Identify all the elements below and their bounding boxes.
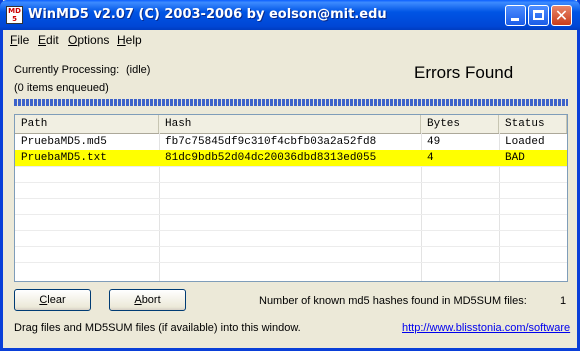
row-divider: [15, 182, 567, 183]
maximize-button[interactable]: [528, 5, 549, 26]
menu-options-rest: ptions: [77, 33, 110, 47]
minimize-icon: [511, 18, 519, 21]
row-divider: [15, 214, 567, 215]
table-row[interactable]: PruebaMD5.txt 81dc9bdb52d04dc20036dbd831…: [15, 150, 567, 166]
processing-label: Currently Processing:: [14, 64, 120, 76]
column-header-status[interactable]: Status: [499, 115, 567, 133]
cell-path: PruebaMD5.md5: [21, 136, 107, 148]
close-icon: ✕: [554, 6, 569, 25]
column-header-path[interactable]: Path: [15, 115, 159, 133]
cell-bytes: 4: [427, 152, 434, 164]
winmd5-app-icon[interactable]: MD 5: [6, 6, 23, 24]
progress-bar: [14, 99, 568, 106]
drag-hint: Drag files and MD5SUM files (if availabl…: [14, 322, 301, 334]
menu-options-mnemonic: O: [68, 33, 78, 47]
cell-path: PruebaMD5.txt: [21, 152, 107, 164]
app-window: MD 5 WinMD5 v2.07 (C) 2003-2006 by eolso…: [0, 0, 580, 351]
row-divider: [15, 166, 567, 167]
menu-file-rest: ile: [17, 33, 30, 47]
homepage-link[interactable]: http://www.blisstonia.com/software: [402, 322, 570, 334]
cell-hash: 81dc9bdb52d04dc20036dbd8313ed055: [165, 152, 377, 164]
clear-button[interactable]: Clear: [14, 289, 91, 311]
menu-options[interactable]: Options: [68, 33, 109, 47]
hash-count-label: Number of known md5 hashes found in MD5S…: [259, 295, 527, 307]
window-title: WinMD5 v2.07 (C) 2003-2006 by eolson@mit…: [28, 7, 387, 22]
row-divider: [15, 230, 567, 231]
abort-mnemonic: A: [134, 294, 142, 306]
queue-status: (0 items enqueued): [14, 82, 109, 94]
menu-edit[interactable]: Edit: [38, 33, 59, 47]
maximize-icon: [533, 10, 544, 20]
menu-file[interactable]: File: [10, 33, 29, 47]
result-status: Errors Found: [414, 63, 514, 82]
abort-rest: bort: [141, 294, 161, 306]
menu-edit-rest: dit: [46, 33, 59, 47]
column-header-bytes[interactable]: Bytes: [421, 115, 499, 133]
menu-help-rest: elp: [125, 33, 142, 47]
clear-rest: lear: [47, 294, 66, 306]
cell-hash: fb7c75845df9c310f4cbfb03a2a52fd8: [165, 136, 377, 148]
column-header-hash[interactable]: Hash: [159, 115, 421, 133]
cell-bytes: 49: [427, 136, 441, 148]
menu-help-mnemonic: H: [117, 33, 126, 47]
cell-status: BAD: [505, 152, 525, 164]
results-list[interactable]: Path Hash Bytes Status PruebaMD5.md5 fb7…: [14, 114, 568, 282]
row-divider: [15, 198, 567, 199]
app-icon-text-top: MD: [8, 7, 21, 15]
hash-count-value: 1: [560, 295, 567, 307]
cell-status: Loaded: [505, 136, 545, 148]
row-divider: [15, 246, 567, 247]
processing-value: (idle): [126, 64, 151, 76]
row-divider: [15, 262, 567, 263]
abort-button[interactable]: Abort: [109, 289, 186, 311]
minimize-button[interactable]: [505, 5, 526, 26]
close-button[interactable]: ✕: [551, 5, 572, 26]
app-icon-text-bottom: 5: [12, 15, 17, 23]
title-bar[interactable]: MD 5 WinMD5 v2.07 (C) 2003-2006 by eolso…: [0, 0, 580, 30]
list-header: Path Hash Bytes Status: [15, 115, 567, 134]
table-row[interactable]: PruebaMD5.md5 fb7c75845df9c310f4cbfb03a2…: [15, 134, 567, 150]
menu-bar: File Edit Options Help: [3, 30, 577, 49]
menu-edit-mnemonic: E: [38, 33, 47, 47]
menu-help[interactable]: Help: [117, 33, 142, 47]
